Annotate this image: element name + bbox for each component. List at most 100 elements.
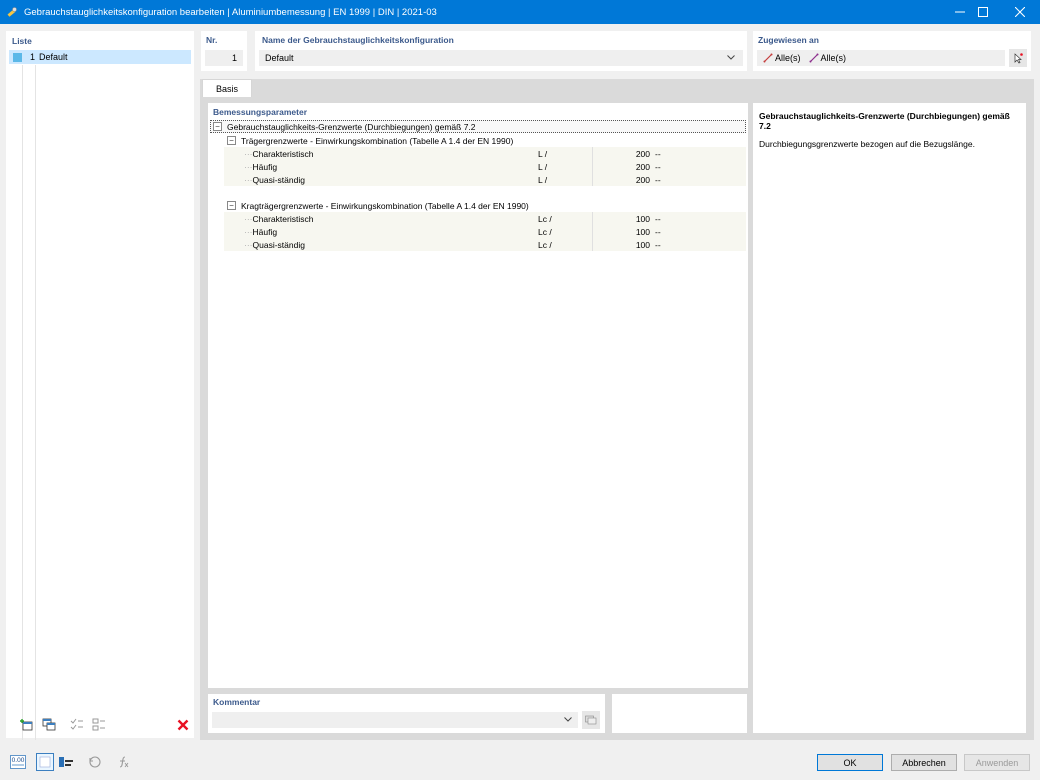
tree-row-frequent[interactable]: ··· Häufig L / 200 -- xyxy=(224,160,746,173)
tree-group-row[interactable]: − Trägergrenzwerte - Einwirkungskombinat… xyxy=(224,134,746,147)
member-icon xyxy=(763,53,773,63)
row-unit: -- xyxy=(655,226,661,237)
reset-button[interactable] xyxy=(86,753,104,771)
list-item-nr: 1 xyxy=(30,52,36,62)
list-item-label: Default xyxy=(39,52,68,62)
row-value[interactable]: 100 xyxy=(592,225,652,238)
params-header: Bemessungsparameter xyxy=(213,107,308,117)
tab-strip xyxy=(200,79,1034,98)
member-set-icon xyxy=(809,53,819,63)
collapse-icon[interactable]: − xyxy=(227,136,236,145)
cancel-button[interactable]: Abbrechen xyxy=(891,754,957,771)
name-label: Name der Gebrauchstauglichkeitskonfigura… xyxy=(262,35,454,45)
uncheck-selected-button[interactable] xyxy=(90,716,108,734)
tree-row-characteristic[interactable]: ··· Charakteristisch Lc / 100 -- xyxy=(224,212,746,225)
row-unit: -- xyxy=(655,174,661,185)
tree-row-quasi-permanent[interactable]: ··· Quasi-ständig L / 200 -- xyxy=(224,173,746,186)
comment-label: Kommentar xyxy=(213,697,261,707)
row-symbol: L / xyxy=(538,161,548,172)
row-label: Charakteristisch xyxy=(252,213,314,224)
copy-item-button[interactable] xyxy=(40,716,58,734)
assigned-section: Zugewiesen an Alle(s) Alle(s) xyxy=(753,31,1031,71)
assigned-field[interactable]: Alle(s) Alle(s) xyxy=(757,50,1005,66)
nr-field[interactable]: 1 xyxy=(205,50,243,66)
new-item-icon xyxy=(20,719,33,731)
row-label: Charakteristisch xyxy=(252,148,314,159)
row-label: Quasi-ständig xyxy=(252,174,305,185)
name-section: Name der Gebrauchstauglichkeitskonfigura… xyxy=(255,31,747,71)
new-item-button[interactable] xyxy=(18,716,36,734)
tree-group-row[interactable]: − Kragträgergrenzwerte - Einwirkungskomb… xyxy=(224,199,746,212)
collapse-icon[interactable]: − xyxy=(213,122,222,131)
delete-icon xyxy=(177,719,189,731)
maximize-button[interactable] xyxy=(963,0,1003,24)
tree-row-characteristic[interactable]: ··· Charakteristisch L / 200 -- xyxy=(224,147,746,160)
list-toolbar xyxy=(12,716,192,734)
tree-group-label: Trägergrenzwerte - Einwirkungskombinatio… xyxy=(241,135,514,146)
ok-button[interactable]: OK xyxy=(817,754,883,771)
row-label: Quasi-ständig xyxy=(252,239,305,250)
help-panel: Gebrauchstauglichkeits-Grenzwerte (Durch… xyxy=(753,103,1026,733)
row-symbol: Lc / xyxy=(538,213,552,224)
tree-row-frequent[interactable]: ··· Häufig Lc / 100 -- xyxy=(224,225,746,238)
check-selected-button[interactable] xyxy=(68,716,86,734)
row-label: Häufig xyxy=(252,226,278,237)
row-symbol: Lc / xyxy=(538,239,552,250)
row-value[interactable]: 100 xyxy=(592,212,652,225)
collapse-icon[interactable]: − xyxy=(227,201,236,210)
row-unit: -- xyxy=(655,213,661,224)
nr-section: Nr. 1 xyxy=(201,31,247,71)
maximize-icon xyxy=(978,7,988,17)
row-symbol: Lc / xyxy=(538,226,552,237)
uncheck-list-icon xyxy=(92,718,105,731)
section-view-button[interactable] xyxy=(57,753,75,771)
delete-item-button[interactable] xyxy=(174,716,192,734)
comment-preview xyxy=(612,694,747,733)
tree-group-label: Kragträgergrenzwerte - Einwirkungskombin… xyxy=(241,200,529,211)
section-icon xyxy=(59,757,73,767)
window-title: Gebrauchstauglichkeitskonfiguration bear… xyxy=(24,6,437,18)
tree-root-label: Gebrauchstauglichkeits-Grenzwerte (Durch… xyxy=(227,121,476,132)
app-icon xyxy=(7,7,17,17)
name-value: Default xyxy=(265,53,294,63)
decimals-label: 0.00 xyxy=(11,757,25,764)
check-list-icon xyxy=(70,718,83,730)
tree-root-row[interactable]: − Gebrauchstauglichkeits-Grenzwerte (Dur… xyxy=(210,120,746,133)
row-symbol: L / xyxy=(538,148,548,159)
tab-basis[interactable]: Basis xyxy=(202,79,252,98)
chevron-down-icon xyxy=(727,55,735,60)
comment-section: Kommentar xyxy=(208,694,605,733)
reset-icon xyxy=(89,756,101,768)
display-toggle-button[interactable] xyxy=(36,753,54,771)
assigned-label: Zugewiesen an xyxy=(758,35,819,45)
tree-row-quasi-permanent[interactable]: ··· Quasi-ständig Lc / 100 -- xyxy=(224,238,746,251)
tree-guide xyxy=(22,65,23,740)
row-value[interactable]: 200 xyxy=(592,160,652,173)
design-parameters-panel: Bemessungsparameter − Gebrauchstauglichk… xyxy=(208,103,748,688)
chevron-down-icon xyxy=(564,717,572,722)
formula-icon xyxy=(119,756,129,768)
row-value[interactable]: 200 xyxy=(592,147,652,160)
list-item-default[interactable]: 1 Default xyxy=(9,50,191,64)
params-tree: − Gebrauchstauglichkeits-Grenzwerte (Dur… xyxy=(210,117,746,687)
row-value[interactable]: 100 xyxy=(592,238,652,251)
list-header: Liste xyxy=(12,36,32,46)
row-label: Häufig xyxy=(252,161,278,172)
select-objects-button[interactable] xyxy=(1009,49,1027,67)
row-value[interactable]: 200 xyxy=(592,173,652,186)
formula-button[interactable] xyxy=(114,753,132,771)
window-icon xyxy=(39,756,51,768)
comment-combobox[interactable] xyxy=(212,712,578,728)
row-unit: -- xyxy=(655,148,661,159)
copy-icon xyxy=(42,718,56,731)
apply-button[interactable]: Anwenden xyxy=(964,754,1030,771)
nr-label: Nr. xyxy=(206,35,218,45)
decimals-button[interactable]: 0.00 xyxy=(9,753,27,771)
name-combobox[interactable]: Default xyxy=(259,50,743,66)
close-window-button[interactable] xyxy=(1000,0,1040,24)
assigned-member-sets: Alle(s) xyxy=(820,53,847,63)
comment-library-button[interactable] xyxy=(582,711,600,729)
close-icon xyxy=(1015,7,1025,17)
list-panel: Liste 1 Default xyxy=(6,31,194,740)
tree-guide xyxy=(35,65,36,740)
